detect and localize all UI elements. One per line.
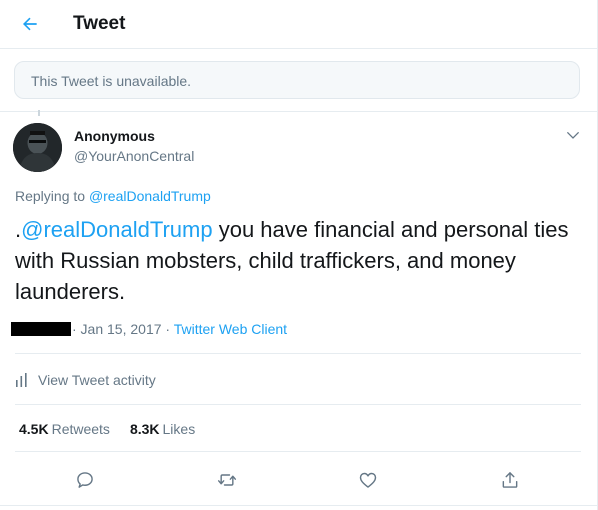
divider [0,505,597,506]
tweet-meta: · Jan 15, 2017 · Twitter Web Client [72,321,287,337]
heart-icon [359,472,377,488]
reply-button[interactable] [68,463,102,497]
tweet-date[interactable]: · Jan 15, 2017 · [72,321,174,337]
avatar-image [13,123,62,172]
redacted-time [11,322,71,336]
likes-stat[interactable]: 8.3K Likes [130,421,195,437]
header: Tweet [0,0,597,49]
like-button[interactable] [351,463,385,497]
retweets-label: Retweets [51,421,110,437]
share-button[interactable] [493,463,527,497]
chevron-down-icon [567,132,579,139]
back-button[interactable] [14,8,46,40]
divider [15,451,581,452]
view-activity-label: View Tweet activity [38,372,156,388]
replying-prefix: Replying to [15,188,89,204]
replying-to-link[interactable]: @realDonaldTrump [89,188,211,204]
author-handle[interactable]: @YourAnonCentral [74,148,194,164]
tweet-mention-link[interactable]: @realDonaldTrump [21,217,212,242]
share-icon [502,472,518,488]
retweet-icon [217,474,237,486]
arrow-left-icon [23,17,37,31]
more-options-button[interactable] [563,125,583,145]
page-title: Tweet [73,13,126,34]
view-activity-link[interactable]: View Tweet activity [15,370,156,390]
divider [0,111,597,112]
reply-icon [77,472,93,488]
retweet-button[interactable] [210,463,244,497]
avatar[interactable] [13,123,62,172]
retweets-stat[interactable]: 4.5K Retweets [19,421,110,437]
retweets-count: 4.5K [19,421,49,437]
thread-connector [38,110,40,116]
client-link[interactable]: Twitter Web Client [174,321,287,337]
divider [15,353,581,354]
likes-count: 8.3K [129,421,160,437]
author-name[interactable]: Anonymous [74,128,155,144]
bar-chart-icon [16,373,27,387]
engagement-stats: 4.5K Retweets 8.3K Likes [19,421,215,437]
unavailable-text: This Tweet is unavailable. [31,73,192,89]
unavailable-notice: This Tweet is unavailable. [14,61,580,99]
replying-to: Replying to @realDonaldTrump [15,188,211,204]
tweet-text: .@realDonaldTrump you have financial and… [15,214,580,307]
divider [15,404,581,405]
likes-label: Likes [162,421,196,437]
